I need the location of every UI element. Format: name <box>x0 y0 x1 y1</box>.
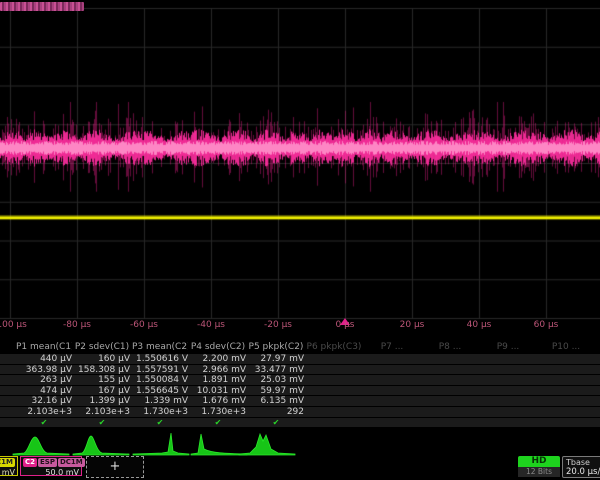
histicon-row <box>0 430 600 457</box>
measurement-header[interactable]: P7 ... <box>364 342 420 353</box>
timebase-descriptor[interactable]: Tbase 20.0 µs/div <box>562 456 600 478</box>
measurement-header[interactable]: P11 <box>596 342 600 353</box>
measurement-cell: 1.556645 V <box>132 386 188 396</box>
p3-histicon <box>132 430 190 457</box>
measurement-cell: 33.477 mV <box>248 365 304 375</box>
measurement-header[interactable]: P8 ... <box>422 342 478 353</box>
measurement-cell: 1.339 mV <box>132 396 188 406</box>
measurement-cell: 363.98 µV <box>16 365 72 375</box>
measurement-cell: 2.103e+3 <box>74 407 130 417</box>
measurement-header[interactable]: P5 pkpk(C2) <box>248 342 304 353</box>
measurement-table: P1 mean(C1)P2 sdev(C1)P3 mean(C2)P4 sdev… <box>0 341 600 431</box>
c2-channel-badge: C2 <box>23 458 37 467</box>
hd-label: HD <box>518 456 560 467</box>
c2-coupling-badge: DC1M <box>58 458 85 467</box>
measurement-cell: 1.557591 V <box>132 365 188 375</box>
status-check-icon: ✔ <box>132 418 188 428</box>
c2-badge-row: C2 ESP DC1M <box>23 458 79 467</box>
hd-mode-badge[interactable]: HD 12 Bits <box>518 456 560 478</box>
c1-scale-value: 50.0 mV <box>0 468 15 477</box>
measurement-cell: 27.97 mV <box>248 354 304 364</box>
status-check-icon: ✔ <box>74 418 130 428</box>
measurement-cell: 1.730e+3 <box>190 407 246 417</box>
c1-badge-row: DC1M <box>0 458 15 467</box>
oscilloscope-screen: -100 µs -80 µs -60 µs -40 µs -20 µs 0 µs 20 µs… <box>0 0 600 480</box>
measurement-cell: 2.103e+3 <box>16 407 72 417</box>
measurement-header[interactable]: P1 mean(C1) <box>16 342 72 353</box>
time-axis-label: 20 µs <box>400 320 425 331</box>
measurement-cell: 160 µV <box>74 354 130 364</box>
measurement-cell: 59.97 mV <box>248 386 304 396</box>
status-check-icon: ✔ <box>190 418 246 428</box>
timebase-value: 20.0 µs/div <box>566 467 600 477</box>
measurement-cell: 25.03 mV <box>248 375 304 385</box>
channel-c1-descriptor[interactable]: DC1M 50.0 mV <box>0 456 18 476</box>
measurement-header[interactable]: P2 sdev(C1) <box>74 342 130 353</box>
descriptor-bar: DC1M 50.0 mV C2 ESP DC1M 50.0 mV + HD 12… <box>0 455 600 480</box>
time-axis-label: 40 µs <box>467 320 492 331</box>
time-axis-label: 0 µs <box>335 320 354 331</box>
measurement-cell: 167 µV <box>74 386 130 396</box>
time-axis-label: -20 µs <box>264 320 292 331</box>
status-check-icon: ✔ <box>248 418 304 428</box>
top-left-annotation <box>0 2 84 11</box>
status-check-icon: ✔ <box>16 418 72 428</box>
measurement-cell: 1.399 µV <box>74 396 130 406</box>
measurement-header[interactable]: P10 ... <box>538 342 594 353</box>
measurement-cell: 1.550616 V <box>132 354 188 364</box>
timebase-label: Tbase <box>566 458 600 467</box>
hd-bits-label: 12 Bits <box>518 467 560 477</box>
time-axis-labels: -100 µs -80 µs -60 µs -40 µs -20 µs 0 µs 20 µs… <box>0 320 600 332</box>
measurement-cell: 1.891 mV <box>190 375 246 385</box>
measurement-cell: 292 <box>248 407 304 417</box>
p5-histicon <box>238 430 296 457</box>
measurement-cell: 1.730e+3 <box>132 407 188 417</box>
measurement-cell: 1.550084 V <box>132 375 188 385</box>
measurement-cell: 263 µV <box>16 375 72 385</box>
measurement-header[interactable]: P9 ... <box>480 342 536 353</box>
measurement-header[interactable]: P6 pkpk(C3) <box>306 342 362 353</box>
measurement-cell: 474 µV <box>16 386 72 396</box>
measurement-cell: 6.135 mV <box>248 396 304 406</box>
time-axis-label: 60 µs <box>534 320 559 331</box>
p1-histicon <box>12 430 70 457</box>
time-axis-label: -80 µs <box>63 320 91 331</box>
p2-histicon <box>72 430 130 457</box>
measurement-cell: 2.966 mV <box>190 365 246 375</box>
measurement-cell: 155 µV <box>74 375 130 385</box>
time-axis-label: -100 µs <box>0 320 27 331</box>
measurement-cell: 158.308 µV <box>74 365 130 375</box>
measurement-header[interactable]: P4 sdev(C2) <box>190 342 246 353</box>
measurement-cell: 2.200 mV <box>190 354 246 364</box>
time-axis-label: -60 µs <box>130 320 158 331</box>
c2-scale-value: 50.0 mV <box>23 468 79 477</box>
measurement-cell: 10.031 mV <box>190 386 246 396</box>
add-trace-button[interactable]: + <box>86 456 144 478</box>
measurement-cell: 32.16 µV <box>16 396 72 406</box>
measurement-header[interactable]: P3 mean(C2) <box>132 342 188 353</box>
measurement-cell: 1.676 mV <box>190 396 246 406</box>
c2-esp-badge: ESP <box>38 458 57 467</box>
c1-coupling-badge: DC1M <box>0 458 15 467</box>
channel-c2-descriptor[interactable]: C2 ESP DC1M 50.0 mV <box>20 456 82 476</box>
plus-icon: + <box>110 459 121 474</box>
time-axis-label: -40 µs <box>197 320 225 331</box>
measurement-cell: 440 µV <box>16 354 72 364</box>
